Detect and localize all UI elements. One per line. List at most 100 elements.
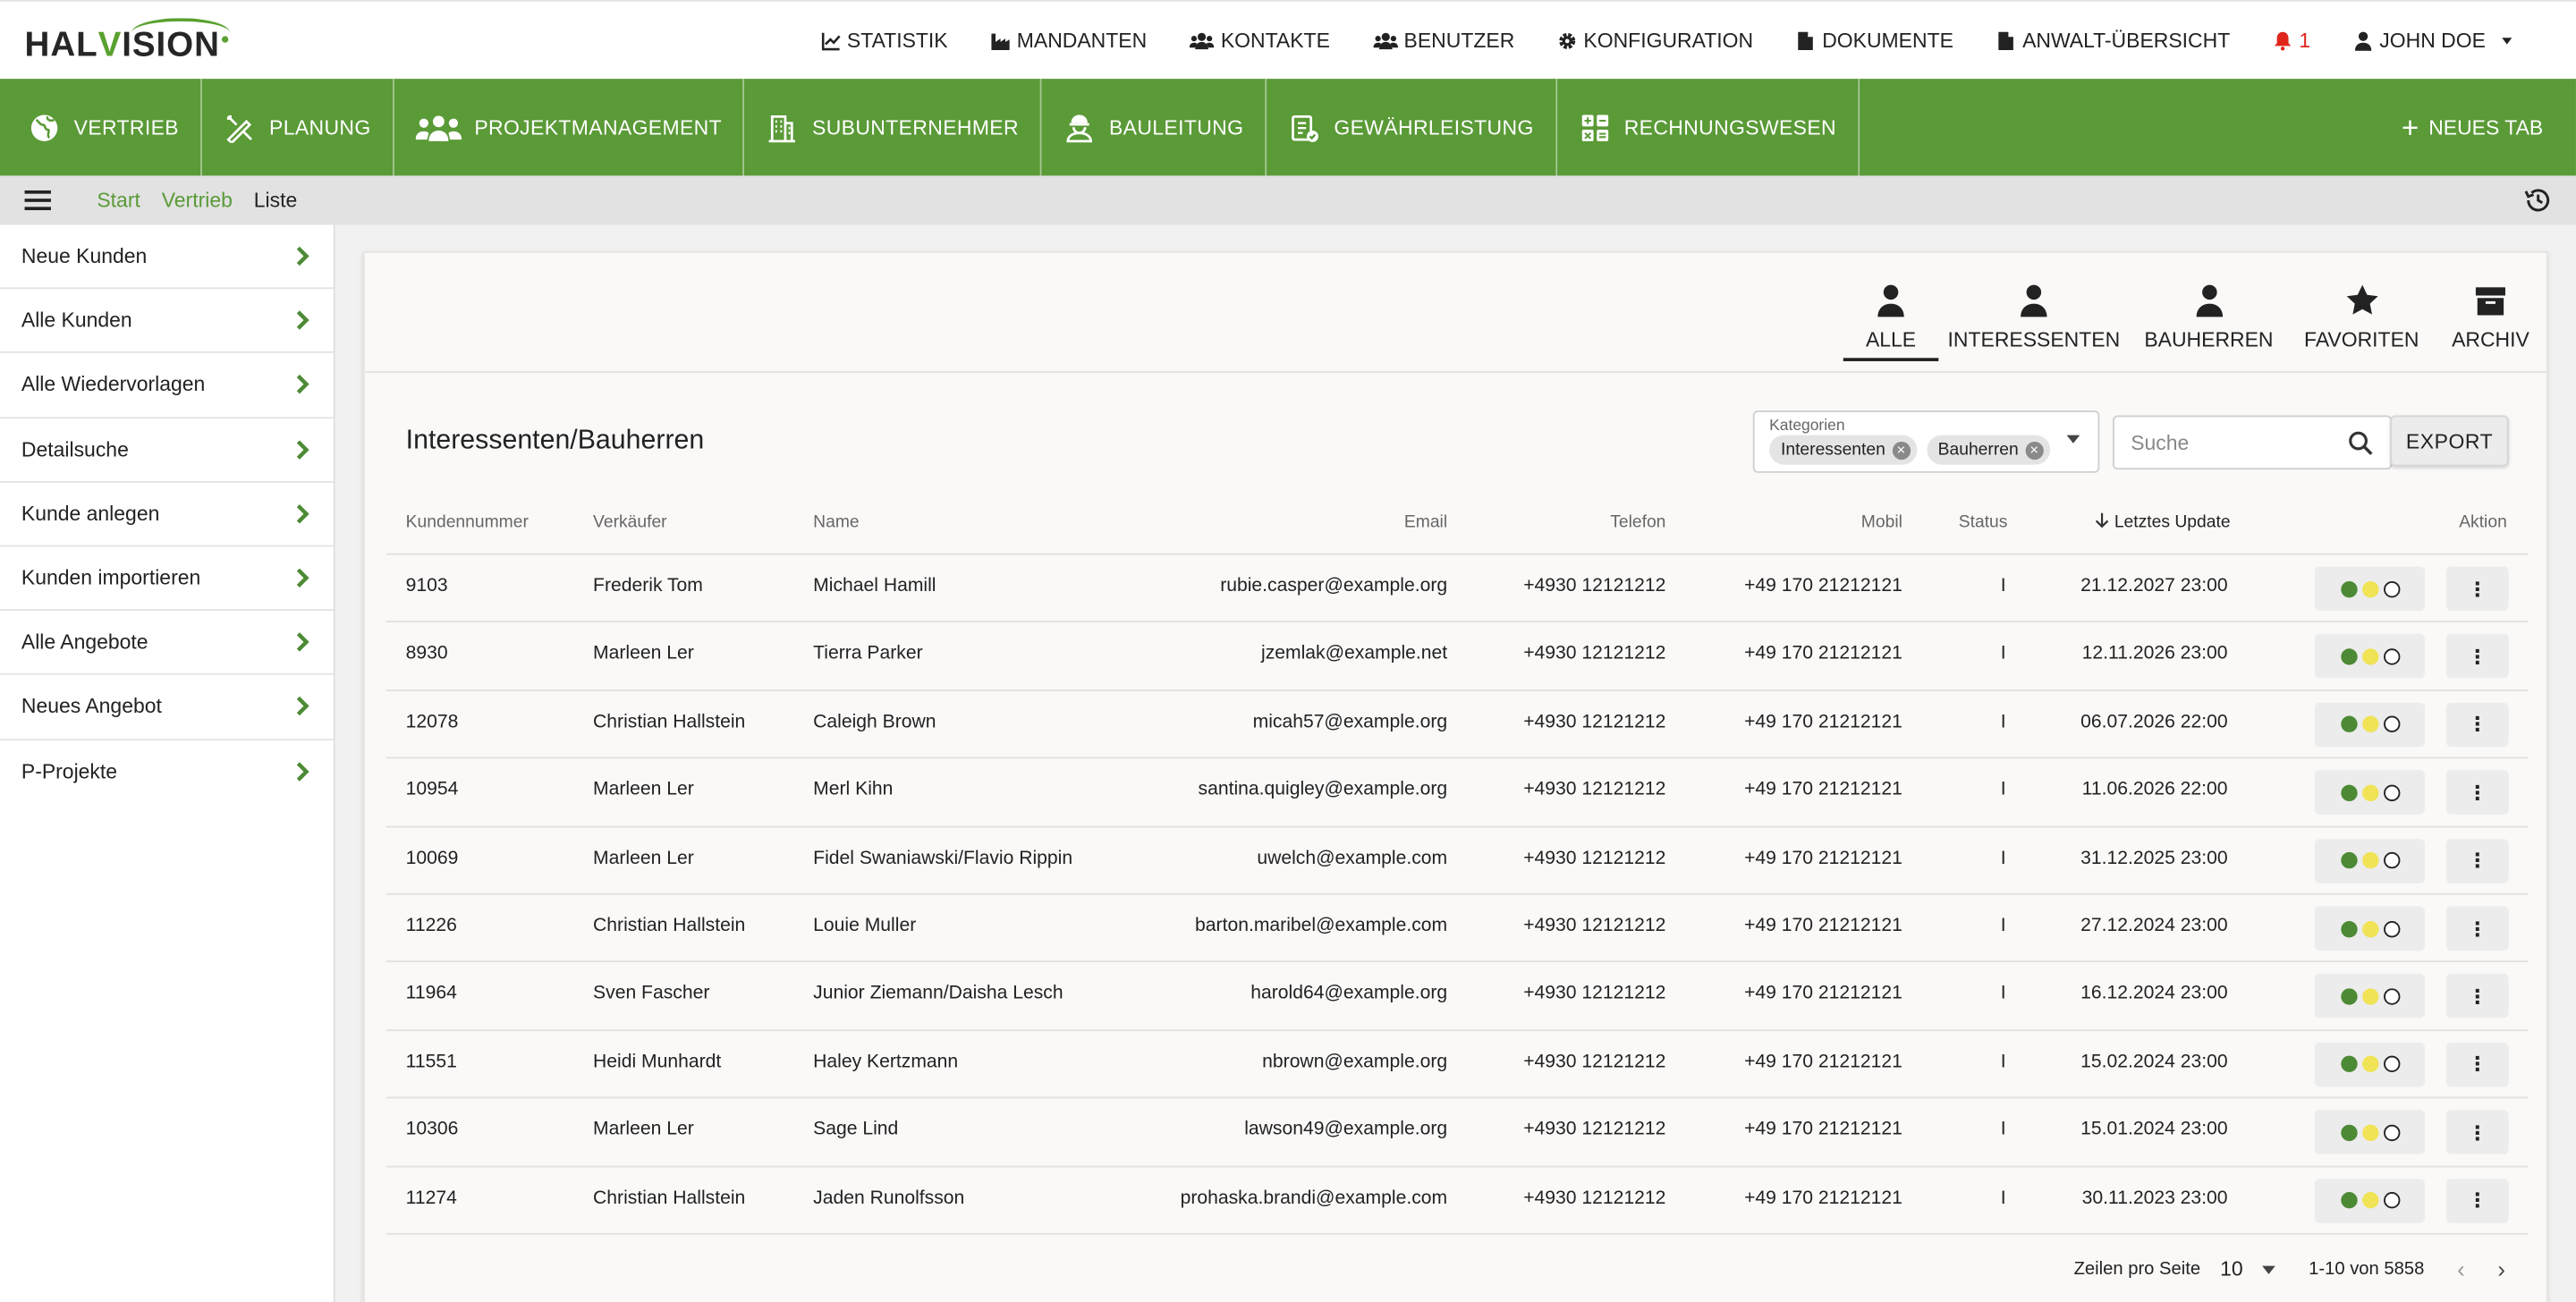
row-actions-button[interactable]: ⋮ [2445, 770, 2509, 816]
module-subunternehmer[interactable]: SUBUNTERNEHMER [745, 79, 1042, 176]
previous-page-icon[interactable]: ‹ [2457, 1256, 2465, 1282]
cell-mobil[interactable]: +49 170 21212121 [1744, 1053, 1902, 1072]
column-header-mobil[interactable]: Mobil [1861, 512, 1902, 532]
cell-mobil[interactable]: +49 170 21212121 [1744, 917, 1902, 936]
sidebar-item-detailsuche[interactable]: Detailsuche [0, 418, 334, 483]
cell-email[interactable]: jzemlak@example.net [1261, 644, 1447, 664]
table-row[interactable]: 8930 Marleen Ler Tierra Parker jzemlak@e… [386, 623, 2529, 691]
module-vertrieb[interactable]: VERTRIEB [0, 79, 202, 176]
row-actions-button[interactable]: ⋮ [2445, 1178, 2509, 1223]
table-row[interactable]: 10069 Marleen Ler Fidel Swaniawski/Flavi… [386, 827, 2529, 895]
row-actions-button[interactable]: ⋮ [2445, 906, 2509, 951]
traffic-light-status-button[interactable] [2314, 1042, 2425, 1087]
cell-telefon[interactable]: +4930 12121212 [1523, 576, 1665, 596]
hamburger-menu-icon[interactable] [24, 190, 51, 211]
cell-telefon[interactable]: +4930 12121212 [1523, 1188, 1665, 1208]
sidebar-item-p-projekte[interactable]: P-Projekte [0, 740, 334, 804]
column-header-verkaeufer[interactable]: Verkäufer [593, 512, 667, 532]
cell-telefon[interactable]: +4930 12121212 [1523, 1120, 1665, 1140]
breadcrumb-vertrieb[interactable]: Vertrieb [162, 189, 233, 212]
topnav-statistik[interactable]: STATISTIK [800, 2, 970, 80]
cell-mobil[interactable]: +49 170 21212121 [1744, 1120, 1902, 1140]
topnav-konfiguration[interactable]: KONFIGURATION [1536, 2, 1775, 80]
cell-mobil[interactable]: +49 170 21212121 [1744, 644, 1902, 664]
topnav-mandanten[interactable]: MANDANTEN [970, 2, 1169, 80]
row-actions-button[interactable]: ⋮ [2445, 634, 2509, 680]
column-header-telefon[interactable]: Telefon [1610, 512, 1665, 532]
cell-mobil[interactable]: +49 170 21212121 [1744, 712, 1902, 731]
row-actions-button[interactable]: ⋮ [2445, 566, 2509, 612]
remove-chip-icon[interactable]: × [2025, 440, 2044, 460]
cell-email[interactable]: nbrown@example.org [1262, 1053, 1447, 1072]
sidebar-item-kunden-importieren[interactable]: Kunden importieren [0, 546, 334, 612]
tab-interessenten[interactable]: INTERESSENTEN [1938, 253, 2129, 371]
user-menu[interactable]: JOHN DOE [2332, 2, 2533, 80]
cell-mobil[interactable]: +49 170 21212121 [1744, 985, 1902, 1004]
traffic-light-status-button[interactable] [2314, 634, 2425, 680]
table-row[interactable]: 12078 Christian Hallstein Caleigh Brown … [386, 691, 2529, 759]
sidebar-item-neues-angebot[interactable]: Neues Angebot [0, 675, 334, 740]
topnav-dokumente[interactable]: DOKUMENTE [1775, 2, 1975, 80]
sidebar-item-kunde-anlegen[interactable]: Kunde anlegen [0, 482, 334, 547]
sidebar-item-alle-wiedervorlagen[interactable]: Alle Wiedervorlagen [0, 353, 334, 418]
traffic-light-status-button[interactable] [2314, 566, 2425, 612]
module-projektmanagement[interactable]: PROJEKTMANAGEMENT [394, 79, 745, 176]
row-actions-button[interactable]: ⋮ [2445, 838, 2509, 884]
sidebar-item-neue-kunden[interactable]: Neue Kunden [0, 225, 334, 290]
table-row[interactable]: 11226 Christian Hallstein Louie Muller b… [386, 895, 2529, 963]
row-actions-button[interactable]: ⋮ [2445, 702, 2509, 748]
search-input[interactable] [2114, 417, 2328, 469]
table-row[interactable]: 10954 Marleen Ler Merl Kihn santina.quig… [386, 759, 2529, 827]
sidebar-item-alle-angebote[interactable]: Alle Angebote [0, 611, 334, 676]
notifications-button[interactable]: 1 [2251, 2, 2332, 80]
column-header-email[interactable]: Email [1404, 512, 1447, 532]
traffic-light-status-button[interactable] [2314, 838, 2425, 884]
cell-mobil[interactable]: +49 170 21212121 [1744, 1188, 1902, 1208]
traffic-light-status-button[interactable] [2314, 702, 2425, 748]
table-row[interactable]: 11274 Christian Hallstein Jaden Runolfss… [386, 1167, 2529, 1235]
cell-mobil[interactable]: +49 170 21212121 [1744, 849, 1902, 868]
table-row[interactable]: 11551 Heidi Munhardt Haley Kertzmann nbr… [386, 1031, 2529, 1099]
dropdown-arrow-icon[interactable] [2066, 435, 2080, 444]
cell-email[interactable]: rubie.casper@example.org [1220, 576, 1447, 596]
tab-archiv[interactable]: ARCHIV [2435, 253, 2546, 371]
search-icon[interactable] [2348, 430, 2374, 456]
cell-telefon[interactable]: +4930 12121212 [1523, 1053, 1665, 1072]
module-gewaehrleistung[interactable]: GEWÄHRLEISTUNG [1267, 79, 1557, 176]
cell-telefon[interactable]: +4930 12121212 [1523, 849, 1665, 868]
cell-telefon[interactable]: +4930 12121212 [1523, 917, 1665, 936]
tab-alle[interactable]: ALLE [1843, 253, 1939, 371]
column-header-name[interactable]: Name [813, 512, 859, 532]
topnav-anwalt-uebersicht[interactable]: ANWALT-ÜBERSICHT [1975, 2, 2251, 80]
traffic-light-status-button[interactable] [2314, 1178, 2425, 1223]
column-header-status[interactable]: Status [1959, 512, 2008, 532]
cell-telefon[interactable]: +4930 12121212 [1523, 780, 1665, 799]
cell-email[interactable]: micah57@example.org [1253, 712, 1448, 731]
cell-telefon[interactable]: +4930 12121212 [1523, 712, 1665, 731]
traffic-light-status-button[interactable] [2314, 1110, 2425, 1155]
cell-email[interactable]: lawson49@example.org [1244, 1120, 1447, 1140]
traffic-light-status-button[interactable] [2314, 974, 2425, 1019]
module-planung[interactable]: PLANUNG [202, 79, 394, 176]
breadcrumb-start[interactable]: Start [97, 189, 140, 212]
cell-telefon[interactable]: +4930 12121212 [1523, 644, 1665, 664]
row-actions-button[interactable]: ⋮ [2445, 1110, 2509, 1155]
cell-email[interactable]: barton.maribel@example.com [1195, 917, 1447, 936]
module-rechnungswesen[interactable]: RECHNUNGSWESEN [1556, 79, 1860, 176]
history-icon[interactable] [2523, 185, 2553, 215]
column-header-letztes-update[interactable]: Letztes Update [2095, 512, 2231, 532]
cell-email[interactable]: santina.quigley@example.org [1199, 780, 1448, 799]
traffic-light-status-button[interactable] [2314, 770, 2425, 816]
row-actions-button[interactable]: ⋮ [2445, 1042, 2509, 1087]
export-button[interactable]: EXPORT [2390, 415, 2509, 467]
topnav-benutzer[interactable]: BENUTZER [1352, 2, 1536, 80]
sidebar-item-alle-kunden[interactable]: Alle Kunden [0, 289, 334, 354]
cell-mobil[interactable]: +49 170 21212121 [1744, 780, 1902, 799]
next-page-icon[interactable]: › [2497, 1256, 2505, 1282]
traffic-light-status-button[interactable] [2314, 906, 2425, 951]
cell-telefon[interactable]: +4930 12121212 [1523, 985, 1665, 1004]
rows-per-page-select[interactable]: 10 [2220, 1257, 2276, 1281]
table-row[interactable]: 10306 Marleen Ler Sage Lind lawson49@exa… [386, 1099, 2529, 1167]
tab-favoriten[interactable]: FAVORITEN [2289, 253, 2435, 371]
cell-email[interactable]: harold64@example.org [1250, 985, 1447, 1004]
